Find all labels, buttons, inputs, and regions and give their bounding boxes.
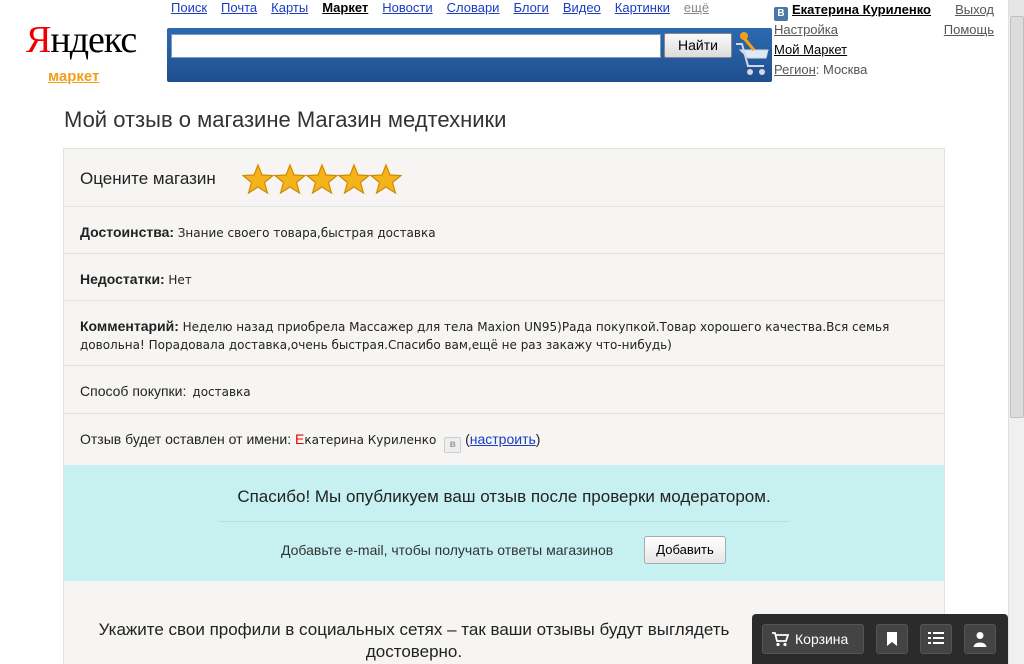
scroll-up-arrow-icon[interactable] [1009,0,1024,16]
purchase-method-value: доставка [192,385,251,399]
nav-link-blogs[interactable]: Блоги [513,0,548,16]
search-bar: Найти [167,28,772,82]
user-icon [973,632,987,647]
cart-icon [772,632,789,647]
purchase-method-label: Способ покупки: [80,383,187,399]
nav-link-maps[interactable]: Карты [271,0,308,16]
pros-label: Достоинства: [80,224,175,240]
my-market-link[interactable]: Мой Маркет [774,40,847,60]
compare-list-button[interactable] [920,624,952,654]
comment-label: Комментарий: [80,318,179,334]
vk-icon: В [774,6,788,21]
search-button[interactable]: Найти [664,33,732,58]
shopping-cart-illustration-icon [736,32,769,75]
help-link[interactable]: Помощь [944,20,994,40]
cart-label: Корзина [795,631,849,647]
cart-button[interactable]: Корзина [762,624,864,654]
region-link[interactable]: Регион [774,60,816,80]
star-icon[interactable] [370,163,402,195]
nav-link-images[interactable]: Картинки [615,0,670,16]
divider [219,521,789,522]
bookmarks-button[interactable] [876,624,908,654]
review-card: Оцените магазин Достоинства: Знание свое… [63,148,945,664]
author-first-letter: Е [295,431,305,447]
nav-link-news[interactable]: Новости [382,0,432,16]
nav-link-video[interactable]: Видео [563,0,601,16]
pros-value: Знание своего товара,быстрая доставка [177,226,436,240]
comment-value: Неделю назад приобрела Массажер для тела… [80,320,890,352]
cons-row: Недостатки: Нет [64,254,944,301]
comment-row: Комментарий: Неделю назад приобрела Масс… [64,301,944,366]
configure-paren-close: ) [535,431,541,447]
scrollbar-thumb[interactable] [1010,16,1024,418]
configure-author-link[interactable]: настроить [470,431,536,447]
nav-link-market[interactable]: Маркет [322,0,368,16]
settings-link[interactable]: Настройка [774,20,838,40]
author-label: Отзыв будет оставлен от имени: [80,431,292,447]
page-scrollbar[interactable] [1008,0,1024,664]
yandex-market-logo[interactable]: Яндекс маркет [26,19,137,85]
user-name-link[interactable]: Екатерина Куриленко [792,2,931,17]
nav-link-more[interactable]: ещё [684,0,709,16]
nav-link-dictionaries[interactable]: Словари [447,0,500,16]
thank-you-message: Спасибо! Мы опубликуем ваш отзыв после п… [237,487,771,506]
star-icon[interactable] [242,163,274,195]
thank-you-panel: Спасибо! Мы опубликуем ваш отзыв после п… [64,465,944,581]
star-icon[interactable] [338,163,370,195]
nav-link-mail[interactable]: Почта [221,0,257,16]
page-title: Мой отзыв о магазине Магазин медтехники [64,107,507,132]
rating-row: Оцените магазин [64,149,944,207]
page: Яндекс маркет Поиск Почта Карты Маркет Н… [0,0,1024,664]
cons-label: Недостатки: [80,271,165,287]
bookmark-icon [887,632,897,646]
profile-button[interactable] [964,624,996,654]
star-icon[interactable] [306,163,338,195]
vk-icon: в [444,437,462,453]
purchase-method-row: Способ покупки: доставка [64,366,944,414]
author-name: катерина Куриленко [304,433,437,447]
star-icon[interactable] [274,163,306,195]
pros-row: Достоинства: Знание своего товара,быстра… [64,207,944,254]
list-icon [928,632,944,644]
market-service-link[interactable]: маркет [48,68,99,85]
user-panel: В Екатерина Куриленко Выход Настройка Пом… [774,0,994,80]
rating-label: Оцените магазин [80,169,216,188]
email-prompt: Добавьте e-mail, чтобы получать ответы м… [281,542,614,558]
market-toolbar: Корзина [752,614,1008,664]
author-row: Отзыв будет оставлен от имени: Екатерина… [64,414,944,465]
rating-stars[interactable] [242,163,402,195]
region-value: : Москва [815,62,868,77]
cons-value: Нет [168,273,192,287]
yandex-wordmark: Яндекс [26,19,137,61]
search-input[interactable] [171,34,661,58]
services-nav: Поиск Почта Карты Маркет Новости Словари… [171,0,723,16]
add-email-button[interactable]: Добавить [644,536,726,564]
logout-link[interactable]: Выход [955,0,994,20]
nav-link-search[interactable]: Поиск [171,0,207,16]
